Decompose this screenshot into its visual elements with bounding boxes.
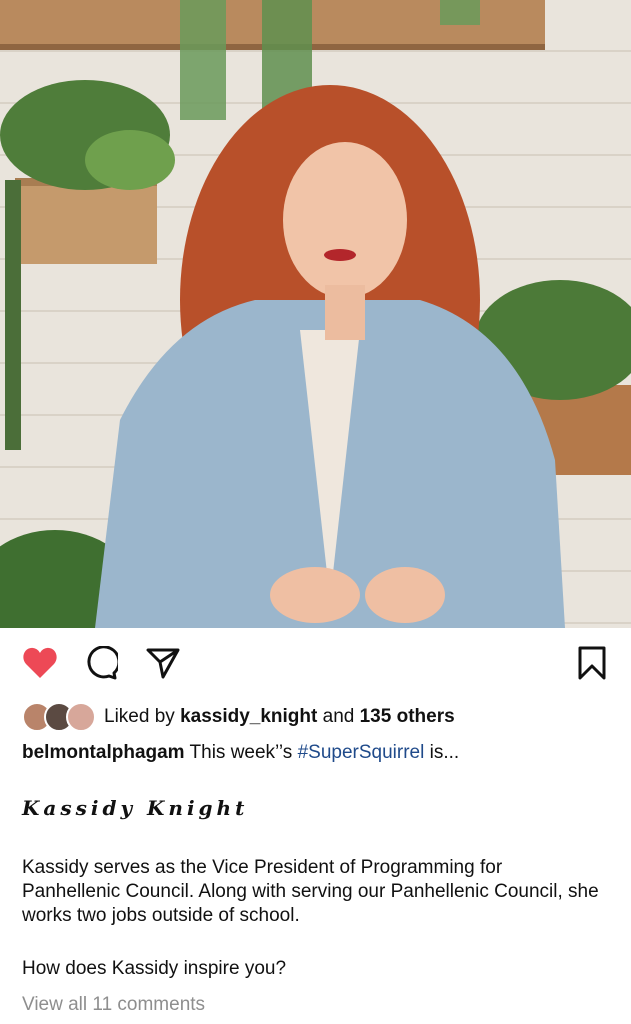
post-photo[interactable] bbox=[0, 0, 631, 628]
fancy-name-heading: Kassidy Knight bbox=[22, 796, 249, 820]
caption-paragraph: Kassidy serves as the Vice President of … bbox=[22, 857, 599, 926]
likes-others-link[interactable]: 135 others bbox=[360, 706, 455, 728]
share-icon[interactable] bbox=[146, 646, 180, 685]
liker-avatars[interactable] bbox=[22, 702, 96, 732]
hashtag-link[interactable]: #SuperSquirrel bbox=[298, 742, 425, 763]
likes-joiner: and bbox=[322, 706, 355, 727]
action-bar bbox=[0, 628, 631, 700]
comment-icon[interactable] bbox=[84, 645, 121, 685]
caption-text: This week’’s bbox=[189, 742, 293, 763]
view-all-comments-link[interactable]: View all 11 comments bbox=[22, 994, 205, 1016]
avatar bbox=[66, 702, 96, 732]
post-caption: belmontalphagam This week’’s #SuperSquir… bbox=[22, 738, 611, 767]
caption-question: How does Kassidy inspire you? bbox=[22, 958, 287, 979]
likes-row: Liked by kassidy_knight and 135 others bbox=[22, 700, 611, 734]
liker-username[interactable]: kassidy_knight bbox=[180, 706, 317, 728]
bookmark-icon[interactable] bbox=[578, 646, 606, 685]
post-photo-illustration bbox=[0, 0, 631, 628]
caption-text-trailing: is... bbox=[429, 742, 460, 763]
heart-icon[interactable] bbox=[22, 646, 58, 685]
liked-by-label: Liked by bbox=[104, 706, 175, 727]
caption-username[interactable]: belmontalphagam bbox=[22, 742, 185, 763]
